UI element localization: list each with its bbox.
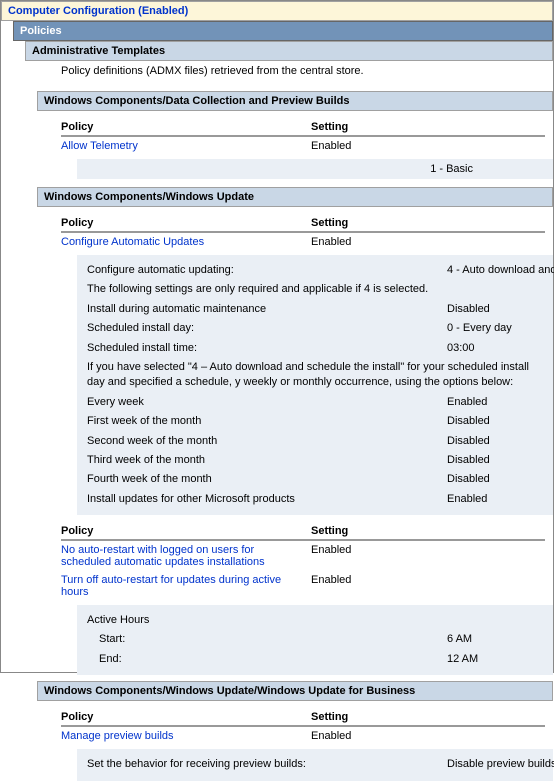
section-windows-update-business: Windows Components/Windows Update/Window… (37, 681, 553, 701)
detail-row: Fourth week of the month Disabled (87, 470, 543, 489)
telemetry-value: 1 - Basic (77, 159, 553, 179)
col-policy: Policy (61, 711, 311, 723)
detail-row: The following settings are only required… (87, 280, 543, 299)
detail-row: Second week of the month Disabled (87, 432, 543, 451)
detail-value: Disabled (447, 434, 543, 449)
detail-value: 6 AM (447, 632, 543, 647)
policy-setting: Enabled (311, 236, 545, 248)
detail-label: Fourth week of the month (87, 472, 447, 487)
detail-row: Scheduled install time: 03:00 (87, 339, 543, 358)
table-header: Policy Setting (61, 521, 545, 541)
section3-table: Policy Setting Manage preview builds Ena… (61, 707, 545, 745)
detail-value: Disabled (447, 453, 543, 468)
policy-link-manage-preview-builds[interactable]: Manage preview builds (61, 730, 311, 742)
detail-row: Third week of the month Disabled (87, 451, 543, 470)
col-setting: Setting (311, 711, 545, 723)
admx-description: Policy definitions (ADMX files) retrieve… (61, 61, 553, 85)
computer-configuration-header: Computer Configuration (Enabled) (1, 1, 553, 21)
level2-title: Administrative Templates (32, 45, 165, 57)
policy-setting: Enabled (311, 140, 545, 152)
section2-table: Policy Setting Configure Automatic Updat… (61, 213, 545, 251)
preview-builds-details: Set the behavior for receiving preview b… (77, 749, 553, 780)
policy-link-turn-off-auto-restart[interactable]: Turn off auto-restart for updates during… (61, 574, 311, 598)
detail-value: 12 AM (447, 652, 543, 667)
table-row: No auto-restart with logged on users for… (61, 541, 545, 571)
detail-label: Start: (87, 632, 447, 647)
detail-label: If you have selected "4 – Auto download … (87, 360, 543, 391)
level0-title: Computer Configuration (Enabled) (8, 5, 188, 17)
policy-link-no-auto-restart[interactable]: No auto-restart with logged on users for… (61, 544, 311, 568)
policy-link-allow-telemetry[interactable]: Allow Telemetry (61, 140, 311, 152)
policies-header: Policies (13, 21, 553, 41)
detail-label: Set the behavior for receiving preview b… (87, 757, 447, 772)
col-setting: Setting (311, 217, 545, 229)
detail-label: Scheduled install day: (87, 321, 447, 336)
detail-label: End: (87, 652, 447, 667)
detail-value: Enabled (447, 492, 543, 507)
section1-table: Policy Setting Allow Telemetry Enabled (61, 117, 545, 155)
detail-label: Active Hours (87, 613, 543, 628)
detail-label: Scheduled install time: (87, 341, 447, 356)
policy-setting: Enabled (311, 544, 545, 556)
table-row: Turn off auto-restart for updates during… (61, 571, 545, 601)
section-data-collection: Windows Components/Data Collection and P… (37, 91, 553, 111)
detail-row: Install during automatic maintenance Dis… (87, 300, 543, 319)
detail-label: Configure automatic updating: (87, 263, 447, 278)
detail-value: Disabled (447, 472, 543, 487)
table-header: Policy Setting (61, 707, 545, 727)
detail-value: Enabled (447, 395, 543, 410)
administrative-templates-header: Administrative Templates (25, 41, 553, 61)
table-header: Policy Setting (61, 213, 545, 233)
detail-row: Start: 6 AM (87, 630, 543, 649)
col-setting: Setting (311, 525, 545, 537)
detail-value: 0 - Every day (447, 321, 543, 336)
col-policy: Policy (61, 525, 311, 537)
detail-value: 4 - Auto download and sche (447, 263, 554, 278)
col-setting: Setting (311, 121, 545, 133)
detail-label: Install during automatic maintenance (87, 302, 447, 317)
detail-label: The following settings are only required… (87, 282, 543, 297)
active-hours-details: Active Hours Start: 6 AM End: 12 AM (77, 605, 553, 675)
policy-setting: Enabled (311, 730, 545, 742)
detail-row: Every week Enabled (87, 393, 543, 412)
detail-row: First week of the month Disabled (87, 412, 543, 431)
detail-value: Disabled (447, 414, 543, 429)
level1-title: Policies (20, 25, 62, 37)
table-header: Policy Setting (61, 117, 545, 137)
detail-row: Scheduled install day: 0 - Every day (87, 319, 543, 338)
detail-value: Disabled (447, 302, 543, 317)
detail-row: If you have selected "4 – Auto download … (87, 358, 543, 393)
detail-label: Second week of the month (87, 434, 447, 449)
detail-row: Configure automatic updating: 4 - Auto d… (87, 261, 543, 280)
automatic-updates-details: Configure automatic updating: 4 - Auto d… (77, 255, 553, 515)
table-row: Manage preview builds Enabled (61, 727, 545, 745)
detail-row: Install updates for other Microsoft prod… (87, 490, 543, 509)
col-policy: Policy (61, 217, 311, 229)
section-windows-update: Windows Components/Windows Update (37, 187, 553, 207)
detail-label: Install updates for other Microsoft prod… (87, 492, 447, 507)
col-policy: Policy (61, 121, 311, 133)
section2-table2: Policy Setting No auto-restart with logg… (61, 521, 545, 601)
table-row: Configure Automatic Updates Enabled (61, 233, 545, 251)
policy-link-configure-automatic-updates[interactable]: Configure Automatic Updates (61, 236, 311, 248)
table-row: Allow Telemetry Enabled (61, 137, 545, 155)
detail-value: Disable preview builds (447, 757, 554, 772)
detail-label: Third week of the month (87, 453, 447, 468)
section1-title: Windows Components/Data Collection and P… (44, 95, 350, 107)
detail-row: Active Hours (87, 611, 543, 630)
detail-label: Every week (87, 395, 447, 410)
detail-label: First week of the month (87, 414, 447, 429)
section3-title: Windows Components/Windows Update/Window… (44, 685, 415, 697)
detail-row: End: 12 AM (87, 650, 543, 669)
detail-value: 03:00 (447, 341, 543, 356)
policy-setting: Enabled (311, 574, 545, 586)
detail-row: Set the behavior for receiving preview b… (87, 755, 543, 774)
section2-title: Windows Components/Windows Update (44, 191, 254, 203)
